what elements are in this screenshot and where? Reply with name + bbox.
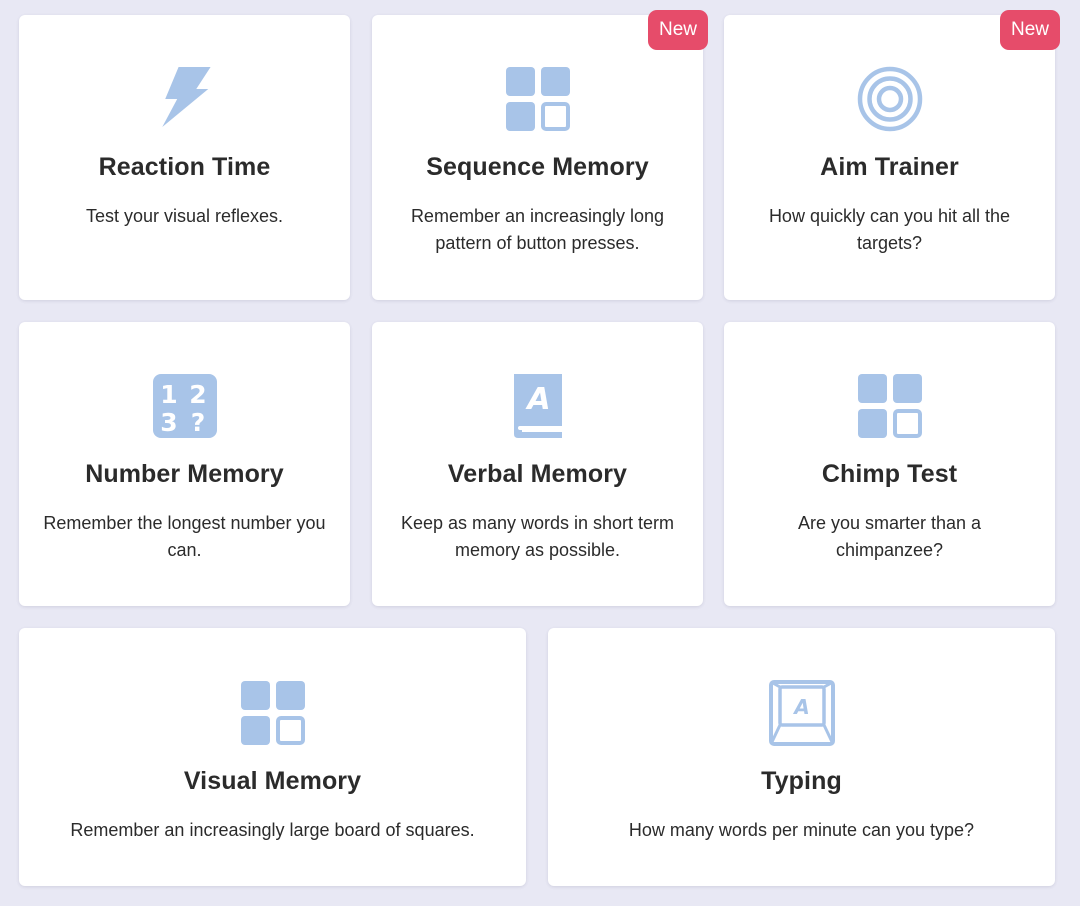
card-title: Chimp Test <box>821 460 958 488</box>
card-description: Remember an increasingly large board of … <box>70 820 475 840</box>
target-icon <box>856 65 924 133</box>
numbers-icon-digit: 1 <box>160 380 177 409</box>
numbers-icon-digit: 2 <box>189 380 206 409</box>
card-number-memory[interactable]: 1 2 3 ? Number Memory Remember the longe… <box>19 322 350 606</box>
card-chimp-test[interactable]: Chimp Test Are you smarter than a chimpa… <box>724 322 1055 606</box>
card-description: Test your visual reflexes. <box>85 206 284 226</box>
grid-squares-icon <box>504 65 572 133</box>
card-description: Remember the longest number you can. <box>43 513 326 560</box>
card-title: Sequence Memory <box>426 153 649 181</box>
book-icon: A <box>504 372 572 440</box>
lightning-bolt-icon <box>151 65 219 133</box>
card-typing[interactable]: A Typing How many words per minute can y… <box>548 628 1055 886</box>
new-badge: New <box>648 10 708 50</box>
book-icon-letter: A <box>525 382 550 417</box>
card-title: Visual Memory <box>183 767 362 795</box>
card-visual-memory[interactable]: Visual Memory Remember an increasingly l… <box>19 628 526 886</box>
card-description: Keep as many words in short term memory … <box>400 513 675 560</box>
numbers-icon-digit: 3 <box>160 408 177 437</box>
card-aim-trainer[interactable]: New Aim Trainer How quickly can you hit … <box>724 10 1060 300</box>
card-title: Verbal Memory <box>447 460 628 488</box>
card-description: Are you smarter than a chimpanzee? <box>797 513 982 560</box>
card-description: Remember an increasingly long pattern of… <box>410 206 665 253</box>
card-sequence-memory[interactable]: New Sequence Memory Remember an increasi… <box>372 10 708 300</box>
new-badge: New <box>1000 10 1060 50</box>
card-verbal-memory[interactable]: A Verbal Memory Keep as many words in sh… <box>372 322 703 606</box>
grid-squares-icon <box>856 372 924 440</box>
card-title: Typing <box>761 767 842 795</box>
card-title: Aim Trainer <box>820 153 959 181</box>
grid-squares-icon <box>239 679 307 747</box>
card-title: Number Memory <box>85 460 284 488</box>
keyboard-key-icon: A <box>768 679 836 747</box>
keyboard-key-letter: A <box>792 695 809 719</box>
numbers-icon-digit: ? <box>190 408 205 437</box>
numbers-icon: 1 2 3 ? <box>151 372 219 440</box>
card-description: How many words per minute can you type? <box>628 820 975 840</box>
card-description: How quickly can you hit all the targets? <box>768 206 1011 253</box>
card-reaction-time[interactable]: Reaction Time Test your visual reflexes. <box>19 15 350 300</box>
card-title: Reaction Time <box>98 153 271 181</box>
